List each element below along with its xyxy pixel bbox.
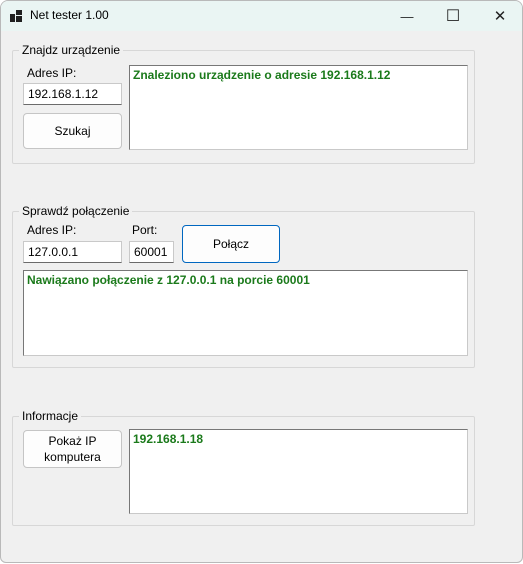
minimize-icon: — bbox=[400, 8, 414, 24]
find-device-legend: Znajdz urządzenie bbox=[19, 43, 124, 57]
close-button[interactable]: ✕ bbox=[477, 1, 522, 31]
conn-result-text: Nawiązano połączenie z 127.0.0.1 na porc… bbox=[27, 273, 310, 287]
show-ip-button-label: Pokaż IP komputera bbox=[44, 434, 101, 464]
title-bar[interactable]: Net tester 1.00 — ☐ ✕ bbox=[1, 1, 522, 31]
search-button[interactable]: Szukaj bbox=[23, 113, 122, 149]
app-icon bbox=[10, 10, 22, 22]
conn-ip-label: Adres IP: bbox=[27, 223, 77, 237]
info-result-box[interactable]: 192.168.1.18 bbox=[129, 429, 468, 514]
port-label: Port: bbox=[132, 223, 158, 237]
minimize-button[interactable]: — bbox=[384, 1, 430, 31]
close-icon: ✕ bbox=[493, 8, 507, 25]
find-ip-input[interactable]: 192.168.1.12 bbox=[23, 83, 122, 105]
find-result-text: Znaleziono urządzenie o adresie 192.168.… bbox=[133, 68, 391, 82]
maximize-button[interactable]: ☐ bbox=[430, 1, 476, 31]
info-legend: Informacje bbox=[19, 409, 82, 423]
check-connection-legend: Sprawdź połączenie bbox=[19, 204, 133, 218]
conn-result-box[interactable]: Nawiązano połączenie z 127.0.0.1 na porc… bbox=[23, 270, 468, 356]
window-title: Net tester 1.00 bbox=[30, 8, 109, 22]
find-result-box[interactable]: Znaleziono urządzenie o adresie 192.168.… bbox=[129, 65, 468, 150]
connect-button[interactable]: Połącz bbox=[182, 225, 280, 263]
port-input[interactable]: 60001 bbox=[129, 241, 174, 263]
app-window: Net tester 1.00 — ☐ ✕ Znajdz urządzenie … bbox=[0, 0, 523, 563]
conn-ip-input[interactable]: 127.0.0.1 bbox=[23, 241, 122, 263]
maximize-icon: ☐ bbox=[445, 8, 461, 25]
info-result-text: 192.168.1.18 bbox=[133, 432, 204, 446]
find-ip-label: Adres IP: bbox=[27, 66, 77, 80]
show-ip-button[interactable]: Pokaż IP komputera bbox=[23, 430, 122, 468]
